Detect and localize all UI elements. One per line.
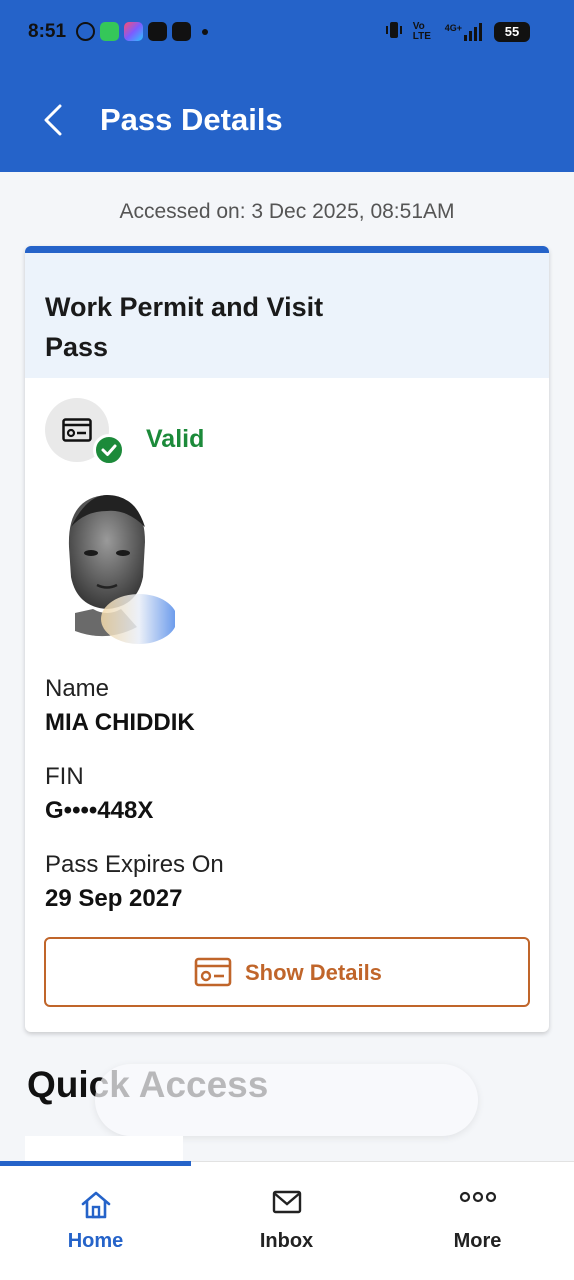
more-dots-icon <box>459 1190 497 1222</box>
chevron-left-icon[interactable] <box>40 104 68 136</box>
app-notification-icon <box>100 22 119 41</box>
more-notifications-dot-icon <box>202 28 208 35</box>
nav-more-label: More <box>453 1230 502 1252</box>
notification-icons <box>76 22 208 41</box>
pass-status-text: Valid <box>146 425 205 453</box>
id-card-icon <box>62 418 92 447</box>
signal-label: 4G+ <box>444 22 462 33</box>
nav-more[interactable]: More <box>382 1162 573 1280</box>
youtube-icon <box>172 22 191 41</box>
pass-type-title: Work Permit and Visit Pass <box>45 292 324 362</box>
check-circle-icon <box>93 434 125 466</box>
holder-photo <box>57 487 177 657</box>
pass-card-header: Work Permit and Visit Pass <box>25 253 549 378</box>
field-label-fin: FIN <box>45 763 84 790</box>
status-time: 8:51 <box>28 21 67 42</box>
show-details-label: Show Details <box>245 960 382 985</box>
signal-icon: 4G+ <box>444 22 484 41</box>
status-bar: 8:51 Vo LTE 4G+ 55 <box>0 0 574 66</box>
nav-inbox[interactable]: Inbox <box>191 1162 382 1280</box>
field-value-expiry: 29 Sep 2027 <box>45 885 183 912</box>
nav-home[interactable]: Home <box>0 1162 191 1280</box>
battery-icon: 55 <box>494 21 530 42</box>
app-notification-icon <box>124 22 143 41</box>
nav-home-label: Home <box>67 1230 124 1252</box>
vibrate-icon <box>385 20 403 43</box>
field-value-name: MIA CHIDDIK <box>45 709 195 736</box>
mail-icon <box>272 1190 302 1222</box>
nav-inbox-label: Inbox <box>259 1230 314 1252</box>
page-title: Pass Details <box>100 102 283 137</box>
pass-card: Work Permit and Visit Pass Valid Name MI… <box>25 246 549 1032</box>
show-details-button[interactable]: Show Details <box>44 937 530 1007</box>
accessed-timestamp: Accessed on: 3 Dec 2025, 08:51AM <box>119 200 455 223</box>
whatsapp-icon <box>76 22 95 41</box>
id-card-icon <box>194 957 232 992</box>
field-value-fin: G••••448X <box>45 797 154 824</box>
field-label-expiry: Pass Expires On <box>45 851 224 878</box>
youtube-icon <box>148 22 167 41</box>
bottom-nav: Home Inbox More <box>0 1161 574 1280</box>
app-bar: Pass Details <box>0 66 574 172</box>
system-icons: Vo LTE 4G+ 55 <box>385 20 530 43</box>
floating-overlay <box>95 1064 478 1136</box>
home-icon <box>80 1190 112 1222</box>
field-label-name: Name <box>45 675 110 702</box>
volte-label: Vo LTE <box>412 20 431 42</box>
